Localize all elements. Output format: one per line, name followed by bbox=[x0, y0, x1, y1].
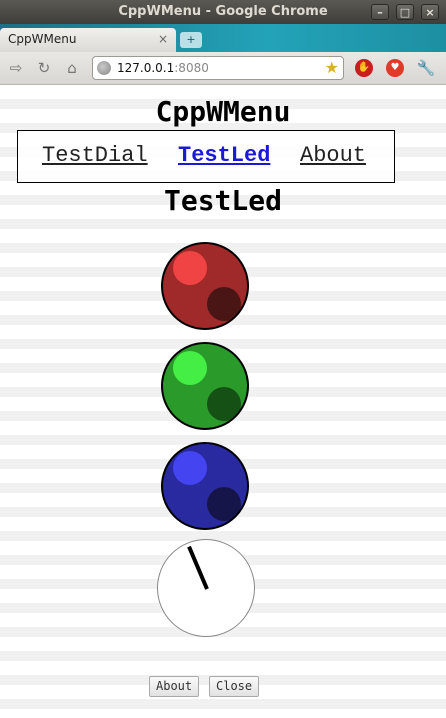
app-title: CppWMenu bbox=[155, 95, 291, 128]
led-highlight bbox=[173, 351, 207, 385]
led-green[interactable] bbox=[161, 342, 249, 430]
menu-item-testdial[interactable]: TestDial bbox=[42, 143, 148, 168]
close-button[interactable]: Close bbox=[209, 676, 260, 697]
address-bar[interactable]: 127.0.0.1:8080 ★ bbox=[92, 56, 344, 80]
led-shadow bbox=[207, 387, 241, 421]
minimize-icon[interactable]: – bbox=[371, 4, 389, 20]
browser-toolbar: ⇨ ↻ ⌂ 127.0.0.1:8080 ★ ✋ ♥ 🔧 bbox=[0, 52, 446, 85]
dial[interactable] bbox=[157, 539, 255, 637]
reload-icon[interactable]: ↻ bbox=[34, 58, 54, 78]
menu-bar: TestDial TestLed About bbox=[17, 130, 395, 183]
shield-extension-icon[interactable]: ♥ bbox=[386, 59, 404, 77]
dial-graphic bbox=[187, 545, 209, 590]
back-arrow-icon[interactable]: ⇨ bbox=[6, 58, 26, 78]
tab-strip: CppWMenu × + bbox=[0, 24, 446, 52]
browser-tab[interactable]: CppWMenu × bbox=[0, 28, 176, 52]
led-highlight bbox=[173, 451, 207, 485]
menu-item-testled[interactable]: TestLed bbox=[178, 143, 270, 168]
bookmark-star-icon[interactable]: ★ bbox=[325, 57, 339, 79]
menu-item-about[interactable]: About bbox=[300, 143, 366, 168]
led-highlight bbox=[173, 251, 207, 285]
home-icon[interactable]: ⌂ bbox=[62, 58, 82, 78]
stop-sign-extension-icon[interactable]: ✋ bbox=[355, 59, 373, 77]
url-host: 127.0.0.1 bbox=[117, 61, 175, 75]
window-title-bar: CppWMenu - Google Chrome – □ × bbox=[0, 0, 446, 24]
tab-title: CppWMenu bbox=[8, 32, 77, 46]
maximize-icon[interactable]: □ bbox=[396, 4, 414, 20]
dial-needle bbox=[187, 545, 209, 590]
page-content: CppWMenu TestDial TestLed About TestLed … bbox=[0, 85, 446, 718]
led-shadow bbox=[207, 487, 241, 521]
window-title: CppWMenu - Google Chrome bbox=[118, 4, 328, 19]
led-shadow bbox=[207, 287, 241, 321]
section-title: TestLed bbox=[163, 184, 282, 217]
about-button[interactable]: About bbox=[149, 676, 200, 697]
led-red[interactable] bbox=[161, 242, 249, 330]
close-window-icon[interactable]: × bbox=[421, 4, 439, 20]
tab-close-icon[interactable]: × bbox=[158, 28, 168, 50]
wrench-icon[interactable]: 🔧 bbox=[416, 58, 436, 78]
led-blue[interactable] bbox=[161, 442, 249, 530]
new-tab-button[interactable]: + bbox=[180, 32, 202, 48]
globe-icon bbox=[97, 61, 111, 75]
url-port: :8080 bbox=[174, 61, 209, 75]
url-text: 127.0.0.1:8080 bbox=[117, 57, 209, 79]
